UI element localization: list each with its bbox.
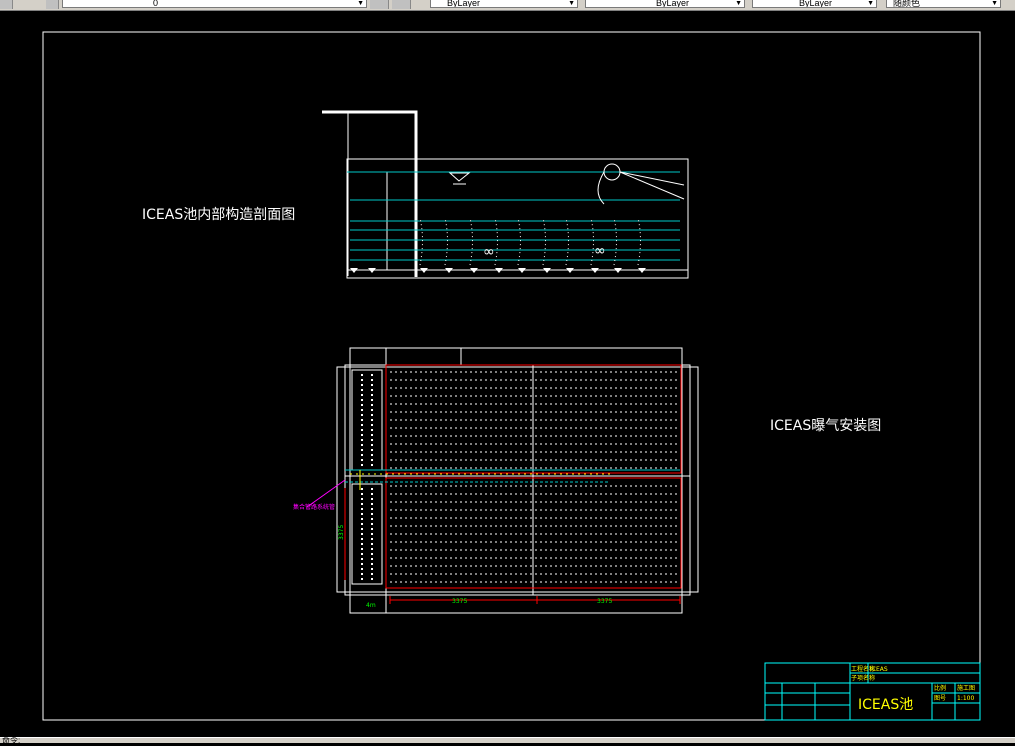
- plotstyle-dropdown[interactable]: 随颜色 ▼: [886, 0, 1001, 8]
- layer-value: 0: [153, 0, 159, 8]
- dimension-vertical: 3375: [338, 525, 345, 540]
- chevron-down-icon: ▼: [991, 0, 998, 7]
- chevron-down-icon: ▼: [735, 0, 742, 7]
- drawing-frame: [42, 31, 981, 721]
- side-note: 集合管路系统管: [293, 503, 335, 511]
- layer-dropdown[interactable]: 0 ▼: [62, 0, 367, 8]
- dimension-right: 3375: [597, 598, 612, 605]
- mixer-icon: ∞: [483, 244, 495, 260]
- diffuser-grid-bottom: [390, 485, 678, 583]
- plan-title: ICEAS曝气安装图: [770, 418, 881, 434]
- lineweight-value: ByLayer: [799, 0, 833, 8]
- sheet-label: 图号: [934, 695, 946, 702]
- section-title: ICEAS池内部构造剖面图: [142, 207, 295, 223]
- water-level-icon: [448, 172, 471, 185]
- chevron-down-icon: ▼: [867, 0, 874, 7]
- plan-view: 集合管路系统管 3375 3375 4m 3375 ICEAS曝气安装图: [293, 347, 881, 614]
- drawing-canvas[interactable]: ∞ ∞ ICEAS池内部构造剖面图 集合管路系统管 3375 3375 4m 3…: [0, 11, 1015, 737]
- scale-label: 比例: [934, 684, 946, 692]
- color-dropdown[interactable]: ByLayer ▼: [430, 0, 578, 8]
- scale-value: 1:100: [957, 695, 974, 702]
- dimension-left: 3375: [452, 598, 467, 605]
- plotstyle-value: 随颜色: [893, 0, 921, 8]
- color-value: ByLayer: [447, 0, 481, 8]
- decanter-icon: [597, 163, 685, 205]
- cad-drawing: ∞ ∞ ICEAS池内部构造剖面图 集合管路系统管 3375 3375 4m 3…: [42, 31, 981, 721]
- layer-manager-icon[interactable]: [0, 0, 13, 9]
- inlet-pipe: [322, 110, 418, 277]
- properties-toolbar: 0 ▼ ByLayer ▼ ByLayer ▼ ByLayer ▼ 随颜色 ▼: [0, 0, 1015, 11]
- command-line[interactable]: 命令:: [0, 736, 1015, 745]
- chevron-down-icon: ▼: [357, 0, 364, 7]
- chevron-down-icon: ▼: [568, 0, 575, 7]
- mixer-icon: ∞: [594, 243, 606, 259]
- project-value: ICEAS: [870, 666, 888, 673]
- make-current-icon[interactable]: [370, 0, 389, 9]
- linetype-value: ByLayer: [656, 0, 690, 8]
- command-prompt: 命令:: [2, 736, 21, 745]
- layer-states-icon[interactable]: [46, 0, 59, 9]
- section-view: ∞ ∞ ICEAS池内部构造剖面图: [142, 110, 689, 279]
- sheet-value: 施工图: [957, 684, 975, 692]
- title-block: 工程名称 ICEAS 子项名称 ICEAS池 比例 施工图 图号 1:100: [764, 662, 981, 721]
- dimension-small: 4m: [366, 602, 376, 609]
- lineweight-dropdown[interactable]: ByLayer ▼: [752, 0, 877, 8]
- diffuser-grid-top: [390, 371, 678, 469]
- layer-previous-icon[interactable]: [392, 0, 411, 9]
- subitem-label: 子项名称: [851, 674, 875, 682]
- bubble-plume: [419, 217, 641, 266]
- linetype-dropdown[interactable]: ByLayer ▼: [585, 0, 745, 8]
- drawing-name: ICEAS池: [858, 697, 913, 713]
